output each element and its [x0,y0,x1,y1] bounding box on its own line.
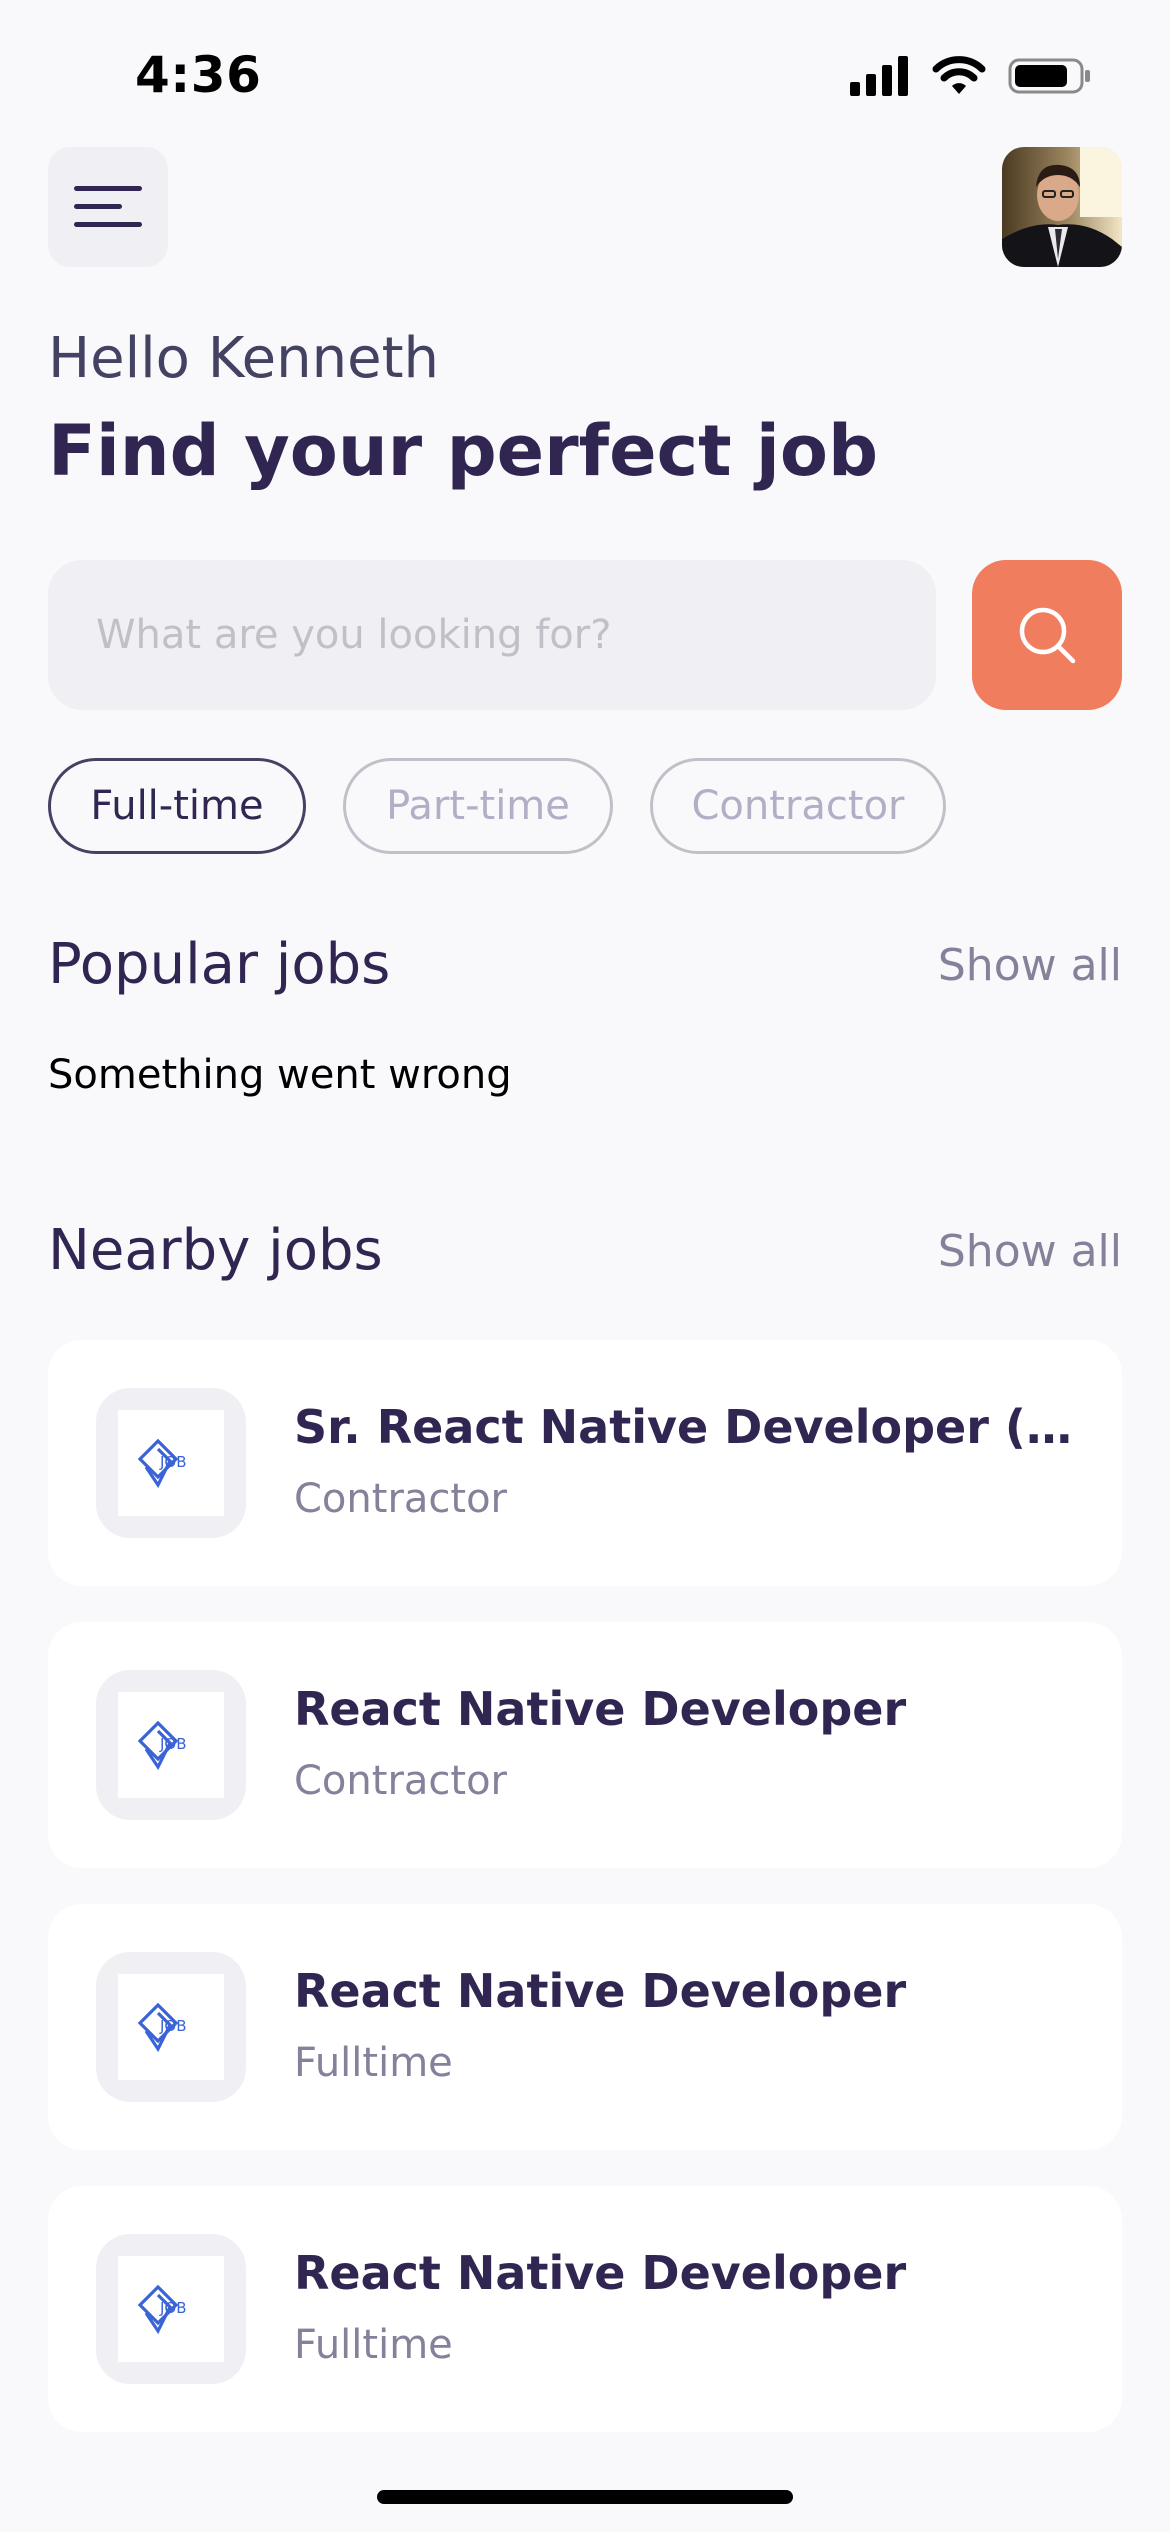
status-time: 4:36 [135,46,262,104]
svg-text:JOB: JOB [159,1735,187,1753]
search-input[interactable] [48,560,936,710]
battery-icon [1008,58,1090,94]
job-logo-icon: JOB [118,1692,224,1798]
search-button[interactable] [972,560,1122,710]
profile-avatar-button[interactable] [1002,147,1122,267]
nearby-job-card[interactable]: JOB React Native Developer Contractor [48,1622,1122,1868]
job-title: React Native Developer [294,1682,907,1736]
chip-label: Full-time [90,783,264,829]
chip-label: Contractor [691,783,905,829]
chip-full-time[interactable]: Full-time [48,758,306,854]
nearby-job-card[interactable]: JOB React Native Developer Fulltime [48,2186,1122,2432]
job-type: Fulltime [294,2322,453,2368]
job-type: Contractor [294,1476,507,1522]
job-logo-container: JOB [96,1952,246,2102]
greeting-text: Hello Kenneth [48,326,440,391]
svg-text:JOB: JOB [159,1453,187,1471]
job-logo-container: JOB [96,1388,246,1538]
svg-text:JOB: JOB [159,2299,187,2317]
nearby-jobs-title: Nearby jobs [48,1218,383,1283]
popular-error-message: Something went wrong [48,1052,512,1098]
nearby-job-card[interactable]: JOB Sr. React Native Developer (10... Co… [48,1340,1122,1586]
job-title: React Native Developer [294,2246,907,2300]
job-logo-container: JOB [96,2234,246,2384]
hamburger-menu-icon [74,186,142,227]
job-type: Contractor [294,1758,507,1804]
job-title: Sr. React Native Developer (10... [294,1400,1084,1454]
wifi-icon [932,56,986,94]
chip-contractor[interactable]: Contractor [650,758,946,854]
nearby-show-all-link[interactable]: Show all [938,1226,1122,1277]
search-icon [1019,607,1076,664]
menu-button[interactable] [48,147,168,267]
status-icons [850,56,1092,96]
nearby-job-card[interactable]: JOB React Native Developer Fulltime [48,1904,1122,2150]
svg-text:JOB: JOB [159,2017,187,2035]
popular-show-all-link[interactable]: Show all [938,940,1122,991]
job-search-home-screen: 4:36 Hello Kenneth Find your perfect job… [0,0,1170,2532]
chip-label: Part-time [386,783,570,829]
user-avatar [1002,147,1122,267]
home-indicator[interactable] [377,2490,793,2504]
page-headline: Find your perfect job [48,410,879,492]
job-type: Fulltime [294,2040,453,2086]
job-logo-container: JOB [96,1670,246,1820]
popular-jobs-title: Popular jobs [48,932,391,997]
job-logo-icon: JOB [118,2256,224,2362]
cellular-signal-icon [850,56,908,96]
chip-part-time[interactable]: Part-time [343,758,613,854]
job-logo-icon: JOB [118,1974,224,2080]
job-logo-icon: JOB [118,1410,224,1516]
job-title: React Native Developer [294,1964,907,2018]
